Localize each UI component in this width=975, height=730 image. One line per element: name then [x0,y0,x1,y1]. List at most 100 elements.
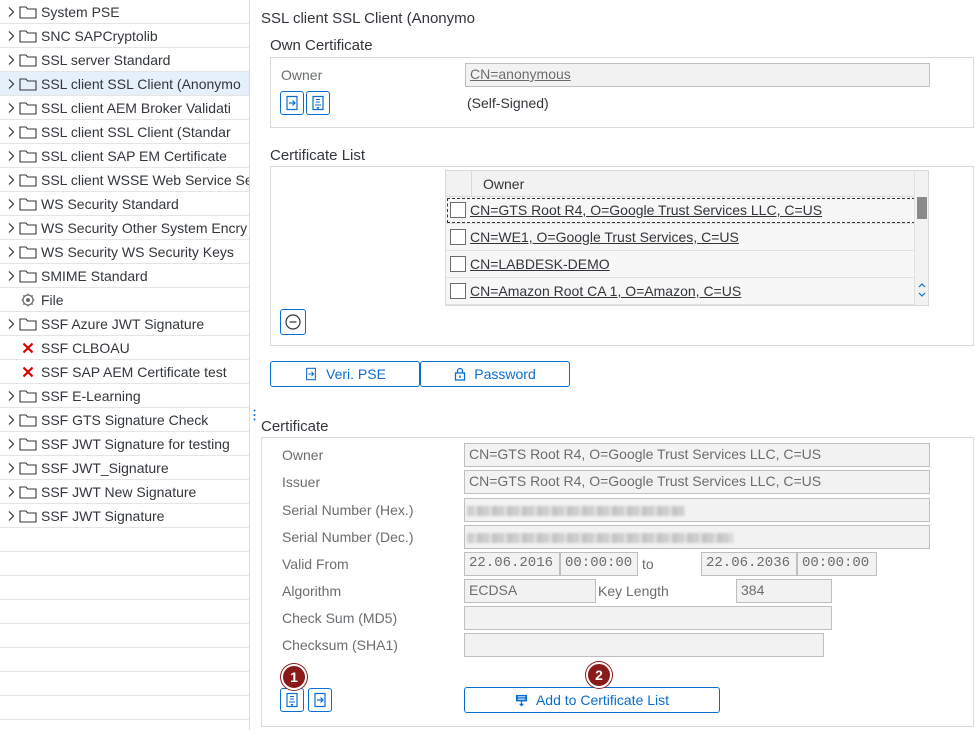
step-badge-2: 2 [586,662,612,688]
owner-column-header[interactable]: Owner [471,171,524,197]
redacted-value [467,533,733,543]
chevron-right-icon[interactable] [4,48,18,71]
tree-empty-row [0,552,249,576]
tree-item[interactable]: SSL server Standard [0,48,249,72]
chevron-right-icon[interactable] [4,72,18,95]
import-to-list-button[interactable] [280,688,304,712]
row-owner-cell[interactable]: CN=GTS Root R4, O=Google Trust Services … [470,202,822,218]
row-checkbox[interactable] [450,283,466,299]
folder-icon [18,432,38,455]
table-scrollbar[interactable] [914,171,928,305]
chevron-right-icon[interactable] [4,312,18,335]
tree-item-label: SSF JWT New Signature [41,483,197,500]
table-row[interactable]: CN=Amazon Root CA 1, O=Amazon, C=US [446,278,916,305]
tree-item-label: WS Security WS Security Keys [41,243,234,260]
error-x-icon [18,336,38,359]
tree-item[interactable]: SSL client SSL Client (Standar [0,120,249,144]
row-checkbox[interactable] [450,202,466,218]
tree-item[interactable]: SSF JWT Signature [0,504,249,528]
tree-item-label: WS Security Other System Encry [41,219,248,236]
folder-icon [18,120,38,143]
password-button[interactable]: Password [420,361,570,387]
step-badge-1: 1 [281,664,307,690]
row-owner-cell[interactable]: CN=WE1, O=Google Trust Services, C=US [470,229,739,245]
chevron-right-icon[interactable] [4,408,18,431]
folder-icon [18,24,38,47]
tree-item[interactable]: WS Security Standard [0,192,249,216]
chevron-right-icon[interactable] [4,192,18,215]
row-owner-cell[interactable]: CN=LABDESK-DEMO [470,256,610,272]
tree-item[interactable]: SSF Azure JWT Signature [0,312,249,336]
chevron-right-icon[interactable] [4,456,18,479]
tree-item[interactable]: SSL client SSL Client (Anonymo [0,72,249,96]
folder-icon [18,264,38,287]
folder-icon [18,72,38,95]
tree-item-label: SSL client SSL Client (Standar [41,123,231,140]
chevron-right-icon[interactable] [4,96,18,119]
tree-item[interactable]: SSL client WSSE Web Service Se [0,168,249,192]
export-icon [314,692,326,708]
tree-item[interactable]: SSF JWT Signature for testing [0,432,249,456]
tree-item[interactable]: SSF E-Learning [0,384,249,408]
key-length-label: Key Length [598,583,669,599]
tree-item[interactable]: WS Security Other System Encry [0,216,249,240]
tree-item[interactable]: SMIME Standard [0,264,249,288]
remove-certificate-button[interactable] [280,309,306,335]
tree-empty-row [0,720,249,730]
export-certificate-button[interactable] [308,688,332,712]
chevron-right-icon[interactable] [4,384,18,407]
table-row[interactable]: CN=WE1, O=Google Trust Services, C=US [446,224,916,251]
table-row[interactable]: CN=GTS Root R4, O=Google Trust Services … [446,197,916,224]
tree-item-label: SSF GTS Signature Check [41,411,209,428]
scroll-thumb[interactable] [917,197,927,219]
tree-item[interactable]: SSF JWT New Signature [0,480,249,504]
tree-item[interactable]: File [0,288,249,312]
folder-icon [18,144,38,167]
main-panel: SSL client SSL Client (Anonymo Own Certi… [256,0,975,730]
tree-item-label: SSF Azure JWT Signature [41,315,205,332]
certificate-detail-group: Owner CN=GTS Root R4, O=Google Trust Ser… [261,437,974,727]
chevron-right-icon[interactable] [4,264,18,287]
export-button[interactable] [306,91,330,115]
tree-item[interactable]: SSF CLBOAU [0,336,249,360]
tree-item[interactable]: SSL client AEM Broker Validati [0,96,249,120]
add-to-certificate-list-button[interactable]: Add to Certificate List [464,687,720,713]
tree-empty-row [0,624,249,648]
tree-item[interactable]: WS Security WS Security Keys [0,240,249,264]
chevron-right-icon[interactable] [4,240,18,263]
add-to-list-icon [515,694,528,706]
chevron-right-icon[interactable] [4,0,18,23]
key-length-field: 384 [736,579,832,603]
algorithm-field: ECDSA [464,579,596,603]
add-to-certificate-list-label: Add to Certificate List [535,692,670,708]
folder-icon [18,192,38,215]
chevron-right-icon[interactable] [4,432,18,455]
scroll-chevrons-icon [918,283,926,297]
folder-icon [18,0,38,23]
tree-item[interactable]: SSF SAP AEM Certificate test [0,360,249,384]
import-button[interactable] [280,91,304,115]
import-icon [286,95,298,111]
issuer-field: CN=GTS Root R4, O=Google Trust Services … [464,470,930,494]
row-checkbox[interactable] [450,229,466,245]
tree-item[interactable]: System PSE [0,0,249,24]
chevron-right-icon[interactable] [4,216,18,239]
row-owner-cell[interactable]: CN=Amazon Root CA 1, O=Amazon, C=US [470,283,741,299]
veri-pse-button[interactable]: Veri. PSE [270,361,420,387]
table-row[interactable]: CN=LABDESK-DEMO [446,251,916,278]
tree-item[interactable]: SNC SAPCryptolib [0,24,249,48]
valid-from-date-field: 22.06.2016 [464,552,560,576]
tree-item[interactable]: SSF GTS Signature Check [0,408,249,432]
tree-item-label: SMIME Standard [41,267,148,284]
chevron-right-icon[interactable] [4,504,18,527]
tree-item-label: SSF CLBOAU [41,339,130,356]
row-checkbox[interactable] [450,256,466,272]
chevron-right-icon[interactable] [4,24,18,47]
chevron-right-icon[interactable] [4,480,18,503]
tree-item-label: File [41,291,64,308]
chevron-right-icon[interactable] [4,120,18,143]
tree-item[interactable]: SSL client SAP EM Certificate [0,144,249,168]
chevron-right-icon[interactable] [4,144,18,167]
tree-item[interactable]: SSF JWT_Signature [0,456,249,480]
chevron-right-icon[interactable] [4,168,18,191]
